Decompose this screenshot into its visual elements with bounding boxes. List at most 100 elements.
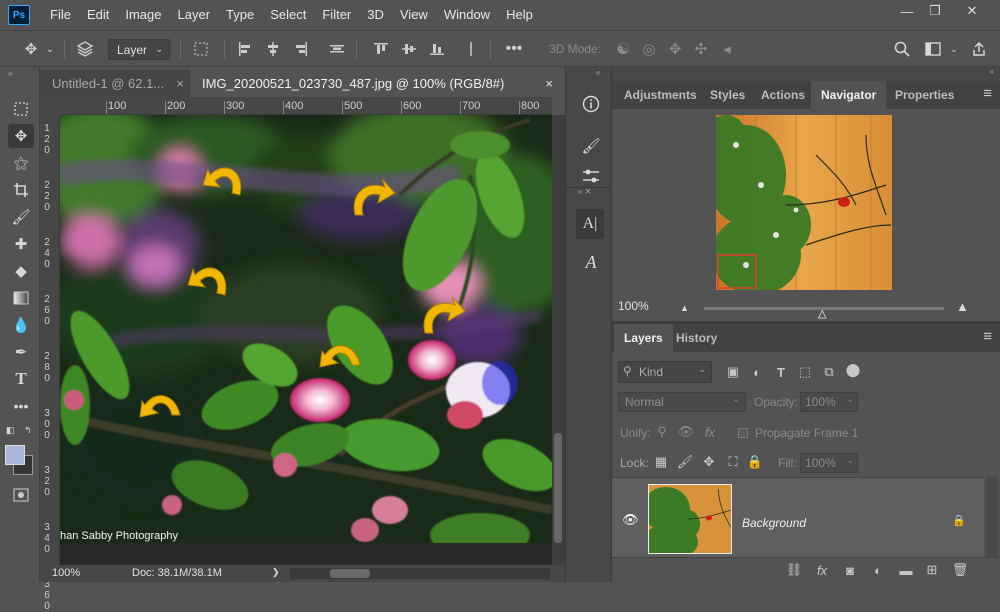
fill-input[interactable]: 100% ⌄: [800, 453, 858, 473]
type-layer-filter-icon[interactable]: T: [772, 363, 790, 381]
layers-scrollbar[interactable]: [986, 477, 998, 557]
glyphs-panel-icon[interactable]: A: [580, 251, 602, 273]
layer-filter-kind-dropdown[interactable]: ⚲ Kind ⌄: [618, 361, 712, 383]
lock-position-icon[interactable]: ✥: [700, 453, 718, 471]
blur-tool-icon[interactable]: 💧: [8, 313, 34, 337]
3d-slide-icon[interactable]: ✣: [690, 37, 712, 61]
crop-tool-icon[interactable]: [8, 178, 34, 202]
align-center-horizontal-icon[interactable]: [262, 37, 284, 61]
quick-mask-icon[interactable]: [8, 483, 34, 507]
adjustment-sliders-icon[interactable]: [580, 165, 602, 187]
restore-button[interactable]: ❐: [918, 0, 952, 22]
link-layers-icon[interactable]: ⛓: [784, 561, 804, 579]
tab-navigator[interactable]: Navigator: [811, 81, 887, 109]
layer-name[interactable]: Background: [742, 516, 806, 530]
menu-window[interactable]: Window: [436, 0, 498, 30]
zoom-slider-handle[interactable]: △: [818, 307, 826, 320]
align-left-icon[interactable]: [234, 37, 256, 61]
tab-adjustments[interactable]: Adjustments: [614, 81, 707, 109]
move-tool-icon[interactable]: ✥: [18, 37, 44, 61]
default-colors-icon[interactable]: ◧: [6, 425, 15, 436]
horizontal-scroll-thumb[interactable]: [330, 569, 370, 578]
3d-orbit-icon[interactable]: ☯: [612, 37, 634, 61]
collapse-icon[interactable]: «: [596, 68, 600, 77]
distribute-vertical-icon[interactable]: [462, 37, 480, 61]
lock-image-pixels-icon[interactable]: 🖌: [676, 453, 694, 471]
search-icon[interactable]: [890, 37, 914, 61]
tab-history[interactable]: History: [666, 324, 727, 352]
vertical-scroll-thumb[interactable]: [554, 433, 562, 543]
add-layer-style-icon[interactable]: fx: [812, 561, 832, 579]
character-panel-icon[interactable]: A|: [576, 209, 604, 239]
align-bottom-icon[interactable]: [426, 37, 448, 61]
align-top-icon[interactable]: [370, 37, 392, 61]
tool-preset-chevron-icon[interactable]: ⌄: [44, 37, 56, 61]
panel-menu-icon[interactable]: ≡: [983, 328, 992, 345]
menu-view[interactable]: View: [392, 0, 436, 30]
menu-filter[interactable]: Filter: [314, 0, 359, 30]
panel-menu-icon[interactable]: ≡: [983, 85, 992, 102]
shape-layer-filter-icon[interactable]: ⬚: [796, 363, 814, 381]
visibility-eye-icon[interactable]: 👁: [622, 512, 639, 528]
add-mask-icon[interactable]: ◙: [840, 561, 860, 579]
workspace-chevron-icon[interactable]: ⌄: [948, 37, 960, 61]
horizontal-scrollbar[interactable]: [290, 568, 550, 579]
pen-tool-icon[interactable]: ✒: [8, 340, 34, 364]
tab-layers[interactable]: Layers: [614, 324, 673, 352]
layer-row-background[interactable]: 👁 Background 🔒: [612, 477, 984, 557]
tab-untitled-1[interactable]: Untitled-1 @ 62.1... ×: [40, 70, 190, 97]
zoom-in-icon[interactable]: ▲: [956, 299, 969, 314]
new-layer-icon[interactable]: ⊞: [922, 561, 942, 579]
lock-all-icon[interactable]: 🔒: [746, 453, 764, 471]
unify-style-icon[interactable]: fx: [700, 423, 720, 441]
expand-icon[interactable]: » ✕: [578, 187, 591, 196]
lock-transparent-pixels-icon[interactable]: ▦: [652, 453, 670, 471]
align-vertical-center-icon[interactable]: [398, 37, 420, 61]
blend-mode-dropdown[interactable]: Normal ⌄: [618, 392, 746, 412]
zoom-out-icon[interactable]: ▲: [680, 303, 689, 313]
gradient-tool-icon[interactable]: [8, 286, 34, 310]
edit-toolbar-icon[interactable]: •••: [8, 394, 34, 418]
menu-help[interactable]: Help: [498, 0, 541, 30]
auto-select-dropdown[interactable]: Layer ⌄: [108, 39, 170, 60]
tab-properties[interactable]: Properties: [885, 81, 964, 109]
menu-file[interactable]: File: [42, 0, 79, 30]
unify-position-icon[interactable]: ⚲: [652, 423, 672, 441]
navigator-zoom-value[interactable]: 100%: [618, 299, 649, 313]
menu-layer[interactable]: Layer: [170, 0, 219, 30]
brush-tool-icon[interactable]: 🖌: [8, 205, 34, 229]
unify-visibility-icon[interactable]: 👁: [676, 423, 696, 441]
canvas-area[interactable]: han Sabby Photography: [60, 115, 565, 565]
type-tool-icon[interactable]: T: [8, 367, 34, 391]
share-icon[interactable]: [968, 37, 990, 61]
distribute-horizontal-icon[interactable]: [326, 37, 348, 61]
info-icon[interactable]: [580, 93, 602, 115]
align-right-icon[interactable]: [290, 37, 312, 61]
marquee-tool-icon[interactable]: [8, 97, 34, 121]
brush-settings-icon[interactable]: 🖌: [580, 135, 602, 157]
zoom-level[interactable]: 100%: [52, 567, 80, 579]
delete-layer-icon[interactable]: 🗑: [950, 561, 970, 579]
menu-type[interactable]: Type: [218, 0, 262, 30]
eraser-tool-icon[interactable]: ◆: [8, 259, 34, 283]
close-tab-icon[interactable]: ×: [545, 70, 553, 97]
menu-3d[interactable]: 3D: [359, 0, 392, 30]
menu-image[interactable]: Image: [117, 0, 169, 30]
tab-img-20200521[interactable]: IMG_20200521_023730_487.jpg @ 100% (RGB/…: [190, 70, 565, 97]
collapse-icon[interactable]: «: [990, 67, 994, 76]
3d-roll-icon[interactable]: ◎: [638, 37, 660, 61]
workspace-icon[interactable]: [922, 37, 944, 61]
swap-colors-icon[interactable]: ↰: [24, 425, 32, 436]
adjustment-layer-filter-icon[interactable]: ◐: [748, 363, 766, 381]
propagate-frame-checkbox[interactable]: [738, 428, 748, 438]
3d-camera-icon[interactable]: ◂: [716, 37, 738, 61]
tab-actions[interactable]: Actions: [751, 81, 815, 109]
auto-select-layers-icon[interactable]: [72, 37, 98, 61]
healing-brush-tool-icon[interactable]: ✚: [8, 232, 34, 256]
tab-styles[interactable]: Styles: [700, 81, 755, 109]
magic-wand-tool-icon[interactable]: ⚝: [8, 151, 34, 175]
document-image[interactable]: han Sabby Photography: [60, 115, 552, 543]
show-transform-controls-icon[interactable]: [188, 37, 214, 61]
close-window-button[interactable]: ✕: [955, 0, 989, 22]
filter-toggle-icon[interactable]: ⬤: [846, 361, 861, 379]
